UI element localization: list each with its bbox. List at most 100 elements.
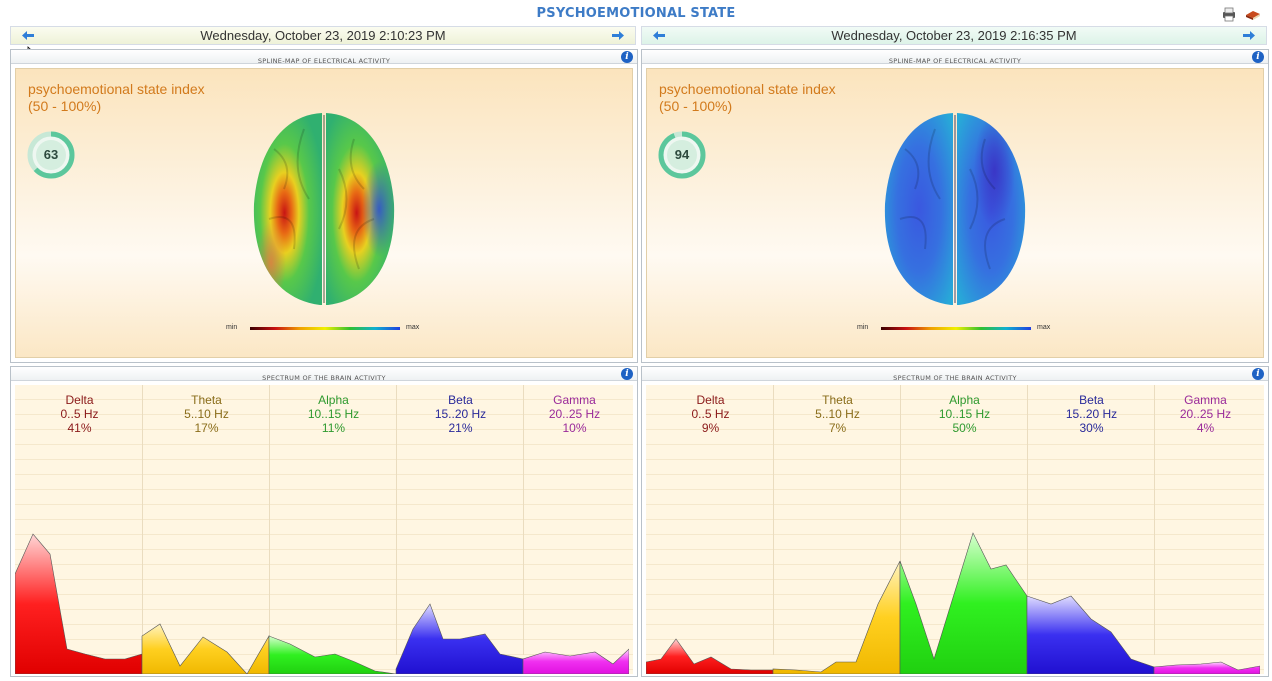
delta-area [646,638,774,674]
printer-icon[interactable] [1220,6,1238,22]
band-percent: 41% [67,421,92,435]
band-range: 20..25 Hz [548,407,601,421]
band-percent: 11% [321,421,346,435]
scale-min-label: min [857,324,869,331]
band-range: 0..5 Hz [60,407,99,421]
band-percent: 9% [701,421,720,435]
spectrum-panel-right: SPECTRUM OF THE BRAIN ACTIVITY i Delta 0… [641,366,1269,677]
band-percent: 10% [562,421,587,435]
band-label-theta: Theta 5..10 Hz 17% [144,393,269,435]
index-value: 63 [43,147,59,162]
panel-title: SPECTRUM OF THE BRAIN ACTIVITY [893,374,1017,382]
panel-title: SPLINE-MAP OF ELECTRICAL ACTIVITY [257,57,391,65]
band-name: Beta [448,393,473,407]
band-name: Delta [696,393,725,407]
index-gauge: 63 [25,129,77,181]
color-scale: min max [857,323,1062,335]
scale-min-label: min [226,324,238,331]
info-icon[interactable]: i [1252,51,1264,63]
band-percent: 50% [952,421,977,435]
next-arrow-icon[interactable] [611,30,625,41]
band-name: Gamma [553,393,596,407]
band-percent: 17% [194,421,219,435]
band-range: 5..10 Hz [184,407,229,421]
index-gauge: 94 [656,129,708,181]
scale-max-label: max [1037,324,1051,331]
band-label-delta: Delta 0..5 Hz 9% [648,393,773,435]
band-label-theta: Theta 5..10 Hz 7% [775,393,900,435]
index-range: (50 - 100%) [28,98,102,114]
band-range: 0..5 Hz [691,407,730,421]
panel-header: SPLINE-MAP OF ELECTRICAL ACTIVITY i [642,50,1268,65]
spectrum-plot [646,532,1260,674]
theta-area [141,623,270,674]
band-range: 15..20 Hz [434,407,487,421]
band-label-gamma: Gamma 20..25 Hz 4% [1143,393,1268,435]
spline-map-panel-left: SPLINE-MAP OF ELECTRICAL ACTIVITY i psyc… [10,49,638,363]
brain-map-image [253,113,395,305]
band-range: 10..15 Hz [307,407,360,421]
spectrum-chart: Delta 0..5 Hz 9% Theta 5..10 Hz 7% Alpha… [646,385,1264,674]
info-icon[interactable]: i [621,368,633,380]
band-label-gamma: Gamma 20..25 Hz 10% [512,393,637,435]
alpha-area [268,635,397,674]
band-label-alpha: Alpha 10..15 Hz 11% [271,393,396,435]
spectrum-panel-left: SPECTRUM OF THE BRAIN ACTIVITY i Delta 0… [10,366,638,677]
info-icon[interactable]: i [1252,368,1264,380]
page-title: PSYCHOEMOTIONAL STATE [536,6,736,21]
session-date-bar-left: Wednesday, October 23, 2019 2:10:23 PM [10,26,636,45]
index-title: psychoemotional state index [659,81,836,97]
band-percent: 30% [1079,421,1104,435]
band-label-beta: Beta 15..20 Hz 21% [398,393,523,435]
spectrum-plot [15,533,629,674]
delta-area [15,533,143,674]
gamma-area [522,648,629,674]
panel-header: SPECTRUM OF THE BRAIN ACTIVITY i [11,367,637,382]
scale-gradient-bar [881,327,1031,330]
band-name: Theta [822,393,853,407]
band-range: 5..10 Hz [815,407,860,421]
index-title-block: psychoemotional state index (50 - 100%) [28,81,205,115]
brain-map-image [884,113,1026,305]
spline-map-area: psychoemotional state index (50 - 100%) … [646,68,1264,358]
info-icon[interactable]: i [621,51,633,63]
spectrum-chart: Delta 0..5 Hz 41% Theta 5..10 Hz 17% Alp… [15,385,633,674]
session-date-bar-right: Wednesday, October 23, 2019 2:16:35 PM [641,26,1267,45]
index-title-block: psychoemotional state index (50 - 100%) [659,81,836,115]
band-range: 15..20 Hz [1065,407,1118,421]
band-label-delta: Delta 0..5 Hz 41% [17,393,142,435]
index-title: psychoemotional state index [28,81,205,97]
index-value: 94 [674,147,690,162]
book-icon[interactable] [1244,6,1262,22]
color-scale: min max [226,323,431,335]
theta-area [772,560,901,674]
gamma-area [1153,661,1260,674]
panel-title: SPLINE-MAP OF ELECTRICAL ACTIVITY [888,57,1022,65]
band-percent: 7% [828,421,847,435]
alpha-area [899,532,1028,674]
band-name: Delta [65,393,94,407]
next-arrow-icon[interactable] [1242,30,1256,41]
panel-header: SPLINE-MAP OF ELECTRICAL ACTIVITY i [11,50,637,65]
panel-header: SPECTRUM OF THE BRAIN ACTIVITY i [642,367,1268,382]
beta-area [395,603,524,674]
session-date: Wednesday, October 23, 2019 2:10:23 PM [200,28,446,43]
band-name: Gamma [1184,393,1227,407]
band-range: 10..15 Hz [938,407,991,421]
band-range: 20..25 Hz [1179,407,1232,421]
band-percent: 21% [448,421,473,435]
index-range: (50 - 100%) [659,98,733,114]
band-name: Alpha [949,393,980,407]
band-name: Theta [191,393,222,407]
scale-max-label: max [406,324,420,331]
spline-map-area: psychoemotional state index (50 - 100%) … [15,68,633,358]
spline-map-panel-right: SPLINE-MAP OF ELECTRICAL ACTIVITY i psyc… [641,49,1269,363]
beta-area [1026,595,1155,674]
title-bar: PSYCHOEMOTIONAL STATE [0,0,1272,27]
session-date: Wednesday, October 23, 2019 2:16:35 PM [831,28,1077,43]
band-name: Alpha [318,393,349,407]
band-label-beta: Beta 15..20 Hz 30% [1029,393,1154,435]
band-name: Beta [1079,393,1104,407]
panel-title: SPECTRUM OF THE BRAIN ACTIVITY [262,374,386,382]
scale-gradient-bar [250,327,400,330]
